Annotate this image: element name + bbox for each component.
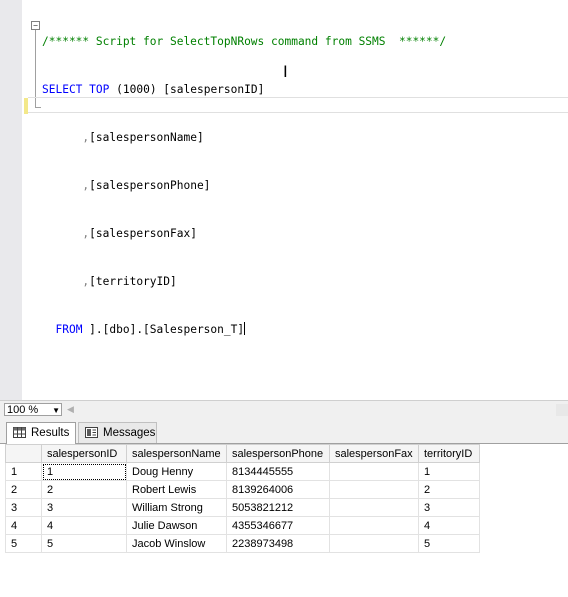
tab-messages-label: Messages [103, 427, 156, 439]
grid-icon [13, 427, 26, 438]
row-number[interactable]: 1 [5, 462, 42, 481]
results-grid: salespersonID salespersonName salesperso… [5, 444, 480, 553]
grid-cell[interactable]: 3 [418, 498, 480, 517]
text-caret [244, 322, 246, 335]
zoom-select[interactable]: 100 % ▼ [4, 403, 62, 416]
grid-cell[interactable]: 1 [418, 462, 480, 481]
grid-cell[interactable] [329, 534, 419, 553]
query-editor[interactable]: − /****** Script for SelectTopNRows comm… [0, 0, 568, 400]
grid-cell[interactable]: 1 [41, 462, 127, 481]
scrollbar-corner [556, 404, 568, 416]
grid-cell[interactable]: William Strong [126, 498, 227, 517]
grid-cell[interactable]: Robert Lewis [126, 480, 227, 499]
scroll-left-arrow-icon[interactable]: ◀ [67, 404, 74, 415]
select-column: [salespersonFax] [89, 227, 197, 240]
grid-cell[interactable]: 3 [41, 498, 127, 517]
grid-cell[interactable]: 5053821212 [226, 498, 330, 517]
from-keyword: FROM [55, 323, 83, 336]
grid-cell[interactable]: 4 [418, 516, 480, 535]
grid-cell[interactable]: 2 [418, 480, 480, 499]
table-row[interactable]: 4 4 Julie Dawson 4355346677 4 [5, 516, 480, 535]
results-grid-area: salespersonID salespersonName salesperso… [0, 444, 568, 597]
grid-cell[interactable]: Doug Henny [126, 462, 227, 481]
from-table: ].[dbo].[Salesperson_T] [82, 323, 245, 336]
grid-cell[interactable]: 8139264006 [226, 480, 330, 499]
table-row[interactable]: 2 2 Robert Lewis 8139264006 2 [5, 480, 480, 499]
editor-gutter [0, 0, 22, 400]
grid-cell[interactable] [329, 516, 419, 535]
table-row[interactable]: 1 1 Doug Henny 8134445555 1 [5, 462, 480, 481]
tab-messages[interactable]: Messages [78, 422, 157, 443]
grid-cell[interactable] [329, 462, 419, 481]
grid-cell[interactable]: Jacob Winslow [126, 534, 227, 553]
top-value: (1000) [116, 83, 157, 96]
column-header[interactable]: territoryID [418, 444, 480, 463]
column-header[interactable]: salespersonPhone [226, 444, 330, 463]
row-number[interactable]: 2 [5, 480, 42, 499]
sql-code[interactable]: /****** Script for SelectTopNRows comman… [42, 2, 446, 370]
collapse-toggle[interactable]: − [31, 21, 40, 30]
row-number[interactable]: 3 [5, 498, 42, 517]
grid-cell[interactable]: 2238973498 [226, 534, 330, 553]
column-header[interactable]: salespersonName [126, 444, 227, 463]
row-number[interactable]: 5 [5, 534, 42, 553]
grid-cell[interactable]: 5 [41, 534, 127, 553]
grid-cell[interactable]: 4 [41, 516, 127, 535]
table-row[interactable]: 3 3 William Strong 5053821212 3 [5, 498, 480, 517]
messages-icon [85, 427, 98, 438]
select-column: [salespersonPhone] [89, 179, 211, 192]
grid-cell[interactable]: 4355346677 [226, 516, 330, 535]
ibeam-cursor-icon: I [283, 62, 288, 81]
chevron-down-icon[interactable]: ▼ [52, 404, 60, 417]
select-keyword: SELECT [42, 83, 83, 96]
editor-status-bar: 100 % ▼ ◀ [0, 400, 568, 420]
grid-cell[interactable]: 2 [41, 480, 127, 499]
grid-cell[interactable] [329, 498, 419, 517]
column-header[interactable]: salespersonFax [329, 444, 419, 463]
zoom-value: 100 % [7, 404, 39, 416]
sql-comment: /****** Script for SelectTopNRows comman… [42, 35, 447, 48]
grid-cell[interactable]: Julie Dawson [126, 516, 227, 535]
grid-header-row: salespersonID salespersonName salesperso… [5, 444, 480, 463]
grid-cell[interactable]: 8134445555 [226, 462, 330, 481]
results-tabs: Results Messages [0, 419, 568, 444]
grid-cell[interactable] [329, 480, 419, 499]
select-column: [territoryID] [89, 275, 177, 288]
select-column: [salespersonID] [156, 83, 265, 96]
grid-cell[interactable]: 5 [418, 534, 480, 553]
table-row[interactable]: 5 5 Jacob Winslow 2238973498 5 [5, 534, 480, 553]
top-keyword: TOP [89, 83, 110, 96]
tab-results[interactable]: Results [6, 422, 76, 444]
select-column: [salespersonName] [89, 131, 204, 144]
tab-results-label: Results [31, 427, 70, 439]
grid-corner[interactable] [5, 444, 42, 463]
row-number[interactable]: 4 [5, 516, 42, 535]
column-header[interactable]: salespersonID [41, 444, 127, 463]
